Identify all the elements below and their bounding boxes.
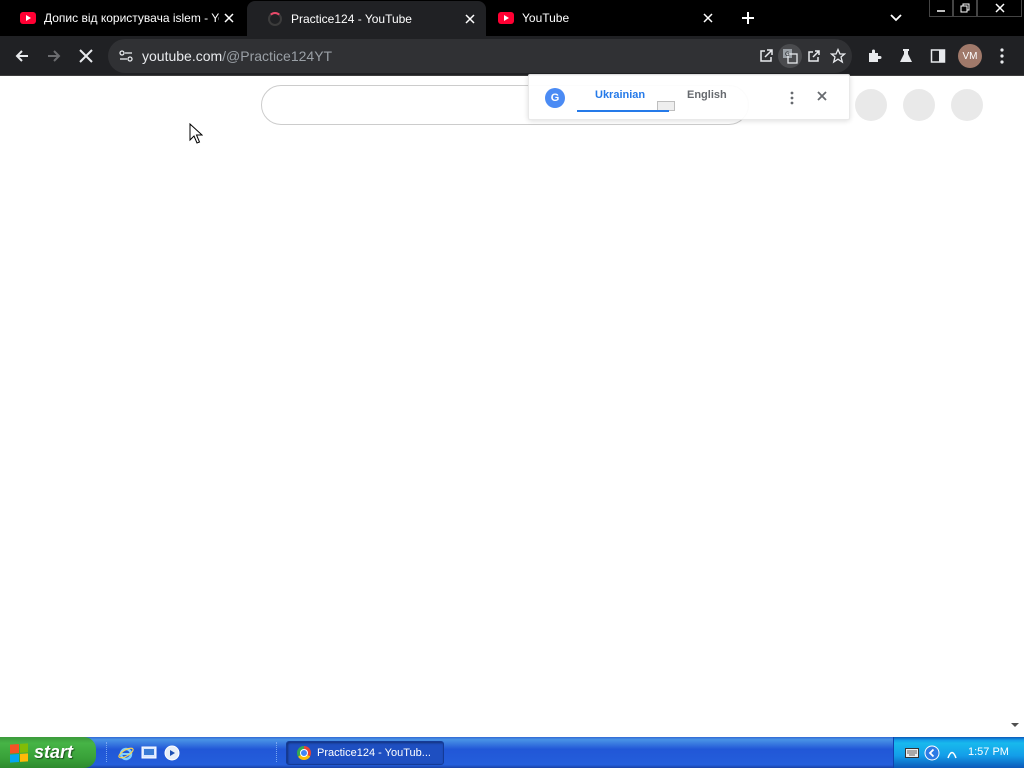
placeholder-circle <box>855 89 887 121</box>
minimize-button[interactable] <box>929 0 953 17</box>
bookmark-star-icon[interactable] <box>826 44 850 68</box>
tab-1[interactable]: Допис від користувача islem - YouTube <box>0 0 245 36</box>
start-button[interactable]: start <box>0 737 96 768</box>
show-desktop-icon[interactable] <box>140 744 158 762</box>
start-label: start <box>34 742 74 762</box>
tab-2[interactable]: Practice124 - YouTube <box>247 1 486 36</box>
mouse-cursor-icon <box>189 123 203 144</box>
url-text[interactable]: youtube.com/@Practice124YT <box>142 39 332 73</box>
scroll-down-arrow-icon[interactable] <box>1009 719 1021 731</box>
tab-search-button[interactable] <box>884 6 908 30</box>
labs-flask-icon[interactable] <box>892 42 920 70</box>
translate-icon[interactable]: G <box>778 44 802 68</box>
stop-loading-button[interactable] <box>72 42 100 70</box>
site-info-icon[interactable] <box>114 44 138 68</box>
network-icon[interactable] <box>944 745 960 761</box>
menu-kebab-icon[interactable] <box>988 42 1016 70</box>
windows-taskbar: start Practice124 - YouTub... 1:57 PM <box>0 737 1024 768</box>
tab-strip: Допис від користувача islem - YouTube Pr… <box>0 0 1024 36</box>
youtube-icon <box>498 10 514 26</box>
close-tab-icon[interactable] <box>219 8 239 28</box>
tab-title: Practice124 - YouTube <box>291 11 412 26</box>
url-path: /@Practice124YT <box>222 48 333 64</box>
taskbar-clock[interactable]: 1:57 PM <box>968 737 1009 768</box>
close-tab-icon[interactable] <box>460 9 480 29</box>
taskbar-window-label: Practice124 - YouTub... <box>317 747 431 759</box>
media-player-icon[interactable] <box>163 744 181 762</box>
open-in-app-icon[interactable] <box>754 44 778 68</box>
extensions-icon[interactable] <box>860 42 888 70</box>
tab-title: YouTube <box>522 11 570 25</box>
keyboard-layout-icon[interactable] <box>904 745 920 761</box>
toolbar-grip[interactable] <box>106 742 109 762</box>
youtube-icon <box>20 10 36 26</box>
loading-icon <box>267 11 283 27</box>
translate-options-icon[interactable] <box>784 88 800 108</box>
forward-button[interactable] <box>40 42 68 70</box>
source-language-tab[interactable]: Ukrainian <box>595 89 645 101</box>
side-panel-icon[interactable] <box>924 42 952 70</box>
browser-toolbar: youtube.com/@Practice124YT G VM <box>0 36 1024 76</box>
restore-button[interactable] <box>953 0 977 17</box>
back-button[interactable] <box>8 42 36 70</box>
new-tab-button[interactable] <box>736 6 760 30</box>
placeholder-circle <box>903 89 935 121</box>
target-language-tab[interactable]: English <box>687 89 727 101</box>
tab-3[interactable]: YouTube <box>488 0 724 36</box>
close-window-button[interactable] <box>977 0 1022 17</box>
url-host: youtube.com <box>142 48 223 64</box>
taskbar-window-chrome[interactable]: Practice124 - YouTub... <box>286 741 444 765</box>
translate-close-icon[interactable] <box>812 86 832 106</box>
address-bar[interactable]: youtube.com/@Practice124YT G <box>108 39 852 73</box>
close-tab-icon[interactable] <box>698 8 718 28</box>
active-language-underline <box>577 110 669 112</box>
taskbar-grip[interactable] <box>276 742 279 762</box>
share-icon[interactable] <box>802 44 826 68</box>
translate-popup: G Ukrainian English <box>528 74 850 120</box>
internet-explorer-icon[interactable] <box>117 744 135 762</box>
placeholder-circle <box>951 89 983 121</box>
google-translate-icon: G <box>545 88 565 108</box>
svg-text:G: G <box>785 51 790 58</box>
tab-title: Допис від користувача islem - YouTube <box>44 11 219 25</box>
chrome-icon <box>297 746 311 760</box>
profile-avatar[interactable]: VM <box>958 44 982 68</box>
show-hidden-icons-button[interactable] <box>924 745 940 761</box>
windows-flag-icon <box>10 742 28 763</box>
